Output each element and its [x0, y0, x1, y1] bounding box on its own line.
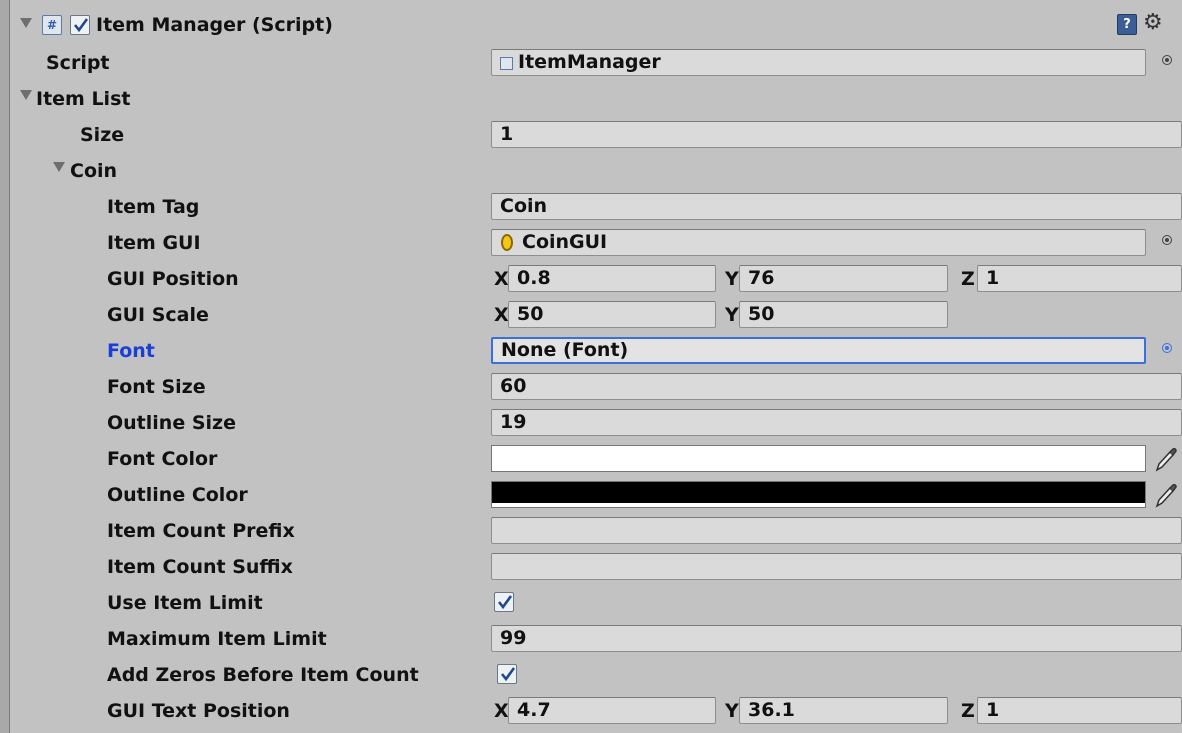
gui-text-position-label: GUI Text Position	[107, 700, 290, 722]
item-gui-field[interactable]: CoinGUI	[491, 229, 1146, 256]
x-axis-label: X	[494, 268, 509, 290]
component-enabled-checkbox[interactable]	[70, 15, 90, 35]
font-size-label: Font Size	[107, 376, 206, 398]
y-axis-label: Y	[725, 700, 739, 722]
font-color-label: Font Color	[107, 448, 218, 470]
gui-position-z-input[interactable]: 1	[977, 265, 1182, 292]
font-color-row: Font Color	[10, 441, 1182, 477]
item-count-suffix-row: Item Count Suffix	[10, 549, 1182, 585]
gui-scale-y-input[interactable]: 50	[739, 301, 948, 328]
outline-color-row: Outline Color	[10, 477, 1182, 513]
gui-scale-x-input[interactable]: 50	[508, 301, 716, 328]
item-count-prefix-input[interactable]	[491, 517, 1182, 544]
checkmark-icon	[500, 667, 516, 682]
foldout-arrow-icon[interactable]	[53, 162, 65, 172]
coin-element-label: Coin	[70, 160, 118, 182]
inspector-left-border	[0, 0, 10, 733]
eyedropper-icon[interactable]	[1153, 445, 1179, 473]
script-row: Script ItemManager	[10, 45, 1182, 81]
object-picker-icon[interactable]	[1162, 55, 1172, 65]
gear-icon[interactable]: ⚙	[1143, 10, 1163, 35]
foldout-arrow-icon[interactable]	[20, 90, 32, 100]
font-size-input[interactable]: 60	[491, 373, 1182, 400]
coin-element-row[interactable]: Coin	[10, 153, 1182, 189]
use-item-limit-checkbox[interactable]	[494, 592, 514, 612]
component-header[interactable]: # Item Manager (Script) ? ⚙	[10, 9, 1182, 45]
item-count-suffix-label: Item Count Suffix	[107, 556, 293, 578]
font-label: Font	[107, 340, 155, 362]
x-axis-label: X	[494, 700, 509, 722]
eyedropper-icon[interactable]	[1153, 481, 1179, 509]
maximum-item-limit-row: Maximum Item Limit 99	[10, 621, 1182, 657]
y-axis-label: Y	[725, 304, 739, 326]
gui-position-label: GUI Position	[107, 268, 239, 290]
foldout-arrow-icon[interactable]	[20, 18, 32, 28]
component-title: Item Manager (Script)	[96, 14, 333, 36]
gui-position-row: GUI Position X 0.8 Y 76 Z 1	[10, 261, 1182, 297]
item-tag-label: Item Tag	[107, 196, 200, 218]
help-book-icon[interactable]: ?	[1117, 14, 1137, 35]
script-value: ItemManager	[518, 51, 661, 73]
y-axis-label: Y	[725, 268, 739, 290]
font-row: Font None (Font)	[10, 333, 1182, 369]
item-tag-row: Item Tag Coin	[10, 189, 1182, 225]
gui-position-x-input[interactable]: 0.8	[508, 265, 716, 292]
outline-color-swatch[interactable]	[491, 481, 1146, 508]
z-axis-label: Z	[961, 700, 975, 722]
item-count-prefix-row: Item Count Prefix	[10, 513, 1182, 549]
item-list-row[interactable]: Item List	[10, 81, 1182, 117]
gui-scale-label: GUI Scale	[107, 304, 209, 326]
gui-position-y-input[interactable]: 76	[739, 265, 948, 292]
add-zeros-checkbox[interactable]	[497, 664, 517, 684]
font-field[interactable]: None (Font)	[491, 337, 1146, 364]
gui-text-position-row: GUI Text Position X 4.7 Y 36.1 Z 1	[10, 693, 1182, 729]
alpha-bar	[492, 503, 1145, 507]
gui-text-position-y-input[interactable]: 36.1	[739, 697, 948, 724]
item-gui-value: CoinGUI	[522, 231, 608, 253]
x-axis-label: X	[494, 304, 509, 326]
script-file-icon	[500, 57, 513, 70]
coin-icon	[501, 234, 513, 251]
item-count-prefix-label: Item Count Prefix	[107, 520, 295, 542]
font-size-row: Font Size 60	[10, 369, 1182, 405]
size-label: Size	[80, 124, 125, 146]
maximum-item-limit-input[interactable]: 99	[491, 625, 1182, 652]
item-list-label: Item List	[36, 88, 131, 110]
outline-size-label: Outline Size	[107, 412, 236, 434]
script-field[interactable]: ItemManager	[491, 49, 1146, 76]
object-picker-icon[interactable]	[1162, 235, 1172, 245]
z-axis-label: Z	[961, 268, 975, 290]
size-row: Size 1	[10, 117, 1182, 153]
gui-scale-row: GUI Scale X 50 Y 50	[10, 297, 1182, 333]
font-color-swatch[interactable]	[491, 445, 1146, 472]
outline-color-label: Outline Color	[107, 484, 248, 506]
item-count-suffix-input[interactable]	[491, 553, 1182, 580]
outline-size-row: Outline Size 19	[10, 405, 1182, 441]
maximum-item-limit-label: Maximum Item Limit	[107, 628, 327, 650]
add-zeros-label: Add Zeros Before Item Count	[107, 664, 419, 686]
item-gui-row: Item GUI CoinGUI	[10, 225, 1182, 261]
object-picker-icon[interactable]	[1162, 343, 1172, 353]
add-zeros-row: Add Zeros Before Item Count	[10, 657, 1182, 693]
size-input[interactable]: 1	[491, 121, 1182, 148]
use-item-limit-label: Use Item Limit	[107, 592, 263, 614]
script-label: Script	[46, 52, 110, 74]
use-item-limit-row: Use Item Limit	[10, 585, 1182, 621]
gui-text-position-z-input[interactable]: 1	[977, 697, 1182, 724]
gui-text-position-x-input[interactable]: 4.7	[508, 697, 716, 724]
item-tag-input[interactable]: Coin	[491, 193, 1182, 220]
item-gui-label: Item GUI	[107, 232, 201, 254]
outline-size-input[interactable]: 19	[491, 409, 1182, 436]
script-cs-icon: #	[42, 15, 62, 35]
checkmark-icon	[497, 595, 513, 610]
